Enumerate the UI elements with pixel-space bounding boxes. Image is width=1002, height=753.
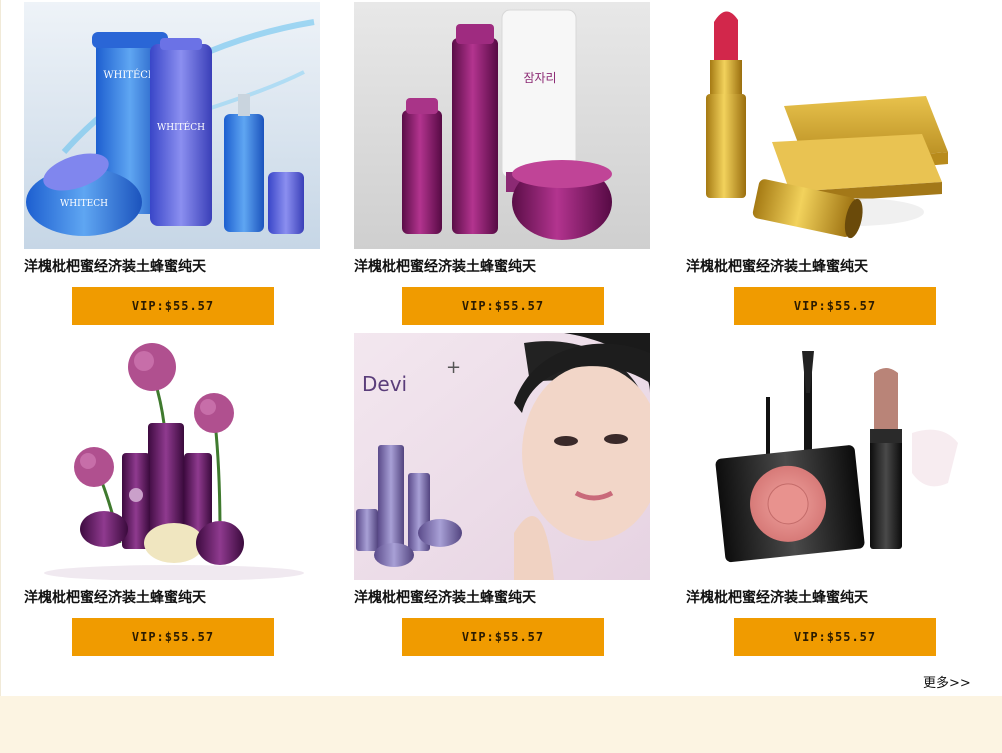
- product-card: 잠자리 洋槐枇杷蜜经济装土蜂蜜纯天 VIP:$55.57: [354, 2, 654, 332]
- vip-price-button[interactable]: VIP:$55.57: [72, 618, 274, 656]
- skincare-blue-bottles-icon: WHITÉCH WHITÉCH WHITECH: [24, 2, 320, 249]
- vip-price-button[interactable]: VIP:$55.57: [734, 618, 936, 656]
- product-card: 洋槐枇杷蜜经济装土蜂蜜纯天 VIP:$55.57: [686, 2, 986, 332]
- vip-price-button[interactable]: VIP:$55.57: [402, 287, 604, 325]
- lipstick-and-compact-icon: [686, 2, 982, 249]
- purple-cosmetics-with-flowers-image[interactable]: [24, 333, 320, 580]
- product-card: 洋槐枇杷蜜经济装土蜂蜜纯天 VIP:$55.57: [686, 333, 986, 663]
- makeup-lipstick-blush-icon: [686, 333, 982, 580]
- lipstick-and-compact-image[interactable]: [686, 2, 982, 249]
- product-title[interactable]: 洋槐枇杷蜜经济装土蜂蜜纯天: [686, 588, 986, 608]
- makeup-lipstick-blush-image[interactable]: [686, 333, 982, 580]
- skincare-purple-set-icon: 잠자리: [354, 2, 650, 249]
- product-title[interactable]: 洋槐枇杷蜜经济装土蜂蜜纯天: [24, 257, 324, 277]
- svg-text:잠자리: 잠자리: [523, 71, 556, 85]
- purple-cosmetics-with-flowers-icon: [24, 333, 320, 580]
- skincare-blue-bottles-image[interactable]: WHITÉCH WHITÉCH WHITECH: [24, 2, 320, 249]
- svg-text:WHITECH: WHITECH: [60, 199, 108, 209]
- devi-brand-text: Devi: [362, 372, 407, 396]
- product-card: Devi + 洋槐枇杷蜜经济装土蜂蜜纯天 VIP:$55.57: [354, 333, 654, 663]
- svg-text:WHITÉCH: WHITÉCH: [103, 69, 157, 81]
- svg-text:+: +: [446, 357, 461, 378]
- product-card: WHITÉCH WHITÉCH WHITECH 洋槐枇杷蜜经济装土蜂蜜纯天 VI…: [24, 2, 324, 332]
- vip-price-button[interactable]: VIP:$55.57: [402, 618, 604, 656]
- svg-text:WHITÉCH: WHITÉCH: [157, 121, 205, 133]
- product-title[interactable]: 洋槐枇杷蜜经济装土蜂蜜纯天: [686, 257, 986, 277]
- product-card: 洋槐枇杷蜜经济装土蜂蜜纯天 VIP:$55.57: [24, 333, 324, 663]
- product-title[interactable]: 洋槐枇杷蜜经济装土蜂蜜纯天: [354, 257, 654, 277]
- product-title[interactable]: 洋槐枇杷蜜经济装土蜂蜜纯天: [24, 588, 324, 608]
- vip-price-button[interactable]: VIP:$55.57: [734, 287, 936, 325]
- product-panel: WHITÉCH WHITÉCH WHITECH 洋槐枇杷蜜经济装土蜂蜜纯天 VI…: [0, 0, 1002, 696]
- product-title[interactable]: 洋槐枇杷蜜经济装土蜂蜜纯天: [354, 588, 654, 608]
- more-link[interactable]: 更多>>: [923, 672, 971, 691]
- vip-price-button[interactable]: VIP:$55.57: [72, 287, 274, 325]
- footer-band: [0, 696, 1002, 753]
- skincare-purple-set-image[interactable]: 잠자리: [354, 2, 650, 249]
- devi-model-portrait-icon: Devi +: [354, 333, 650, 580]
- devi-model-portrait-image[interactable]: Devi +: [354, 333, 650, 580]
